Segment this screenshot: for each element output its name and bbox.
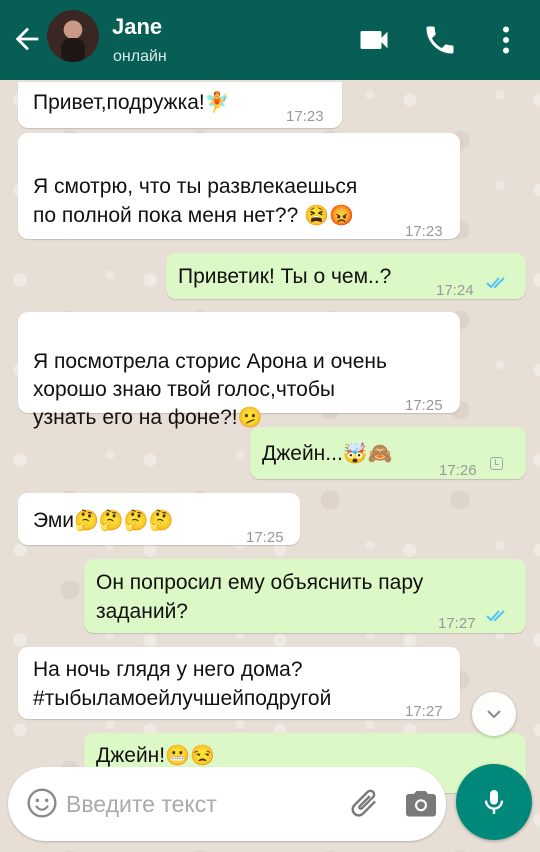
message-text: Эми (33, 509, 75, 532)
camera-icon[interactable] (402, 785, 440, 821)
more-vertical-icon[interactable] (488, 22, 524, 58)
message-bubble[interactable]: Эми🤔🤔🤔🤔 17:25 (18, 493, 300, 546)
video-camera-icon[interactable] (356, 22, 392, 58)
angry-emoji: 😫😡 (304, 205, 354, 227)
message-bubble[interactable]: Я смотрю, что ты развлекаешься по полной… (18, 133, 460, 240)
message-text: Джейн... (262, 442, 343, 465)
chat-header: Jane онлайн (0, 0, 540, 80)
contact-status: онлайн (113, 48, 167, 65)
message-bubble[interactable]: Он попросил ему объяснить пару заданий? … (84, 559, 526, 633)
message-input[interactable] (66, 785, 326, 823)
message-text: На ночь глядя у него дома? #тыбыламоейлу… (33, 658, 332, 710)
smiley-icon[interactable] (26, 787, 58, 819)
microphone-icon (484, 790, 504, 814)
message-bubble[interactable]: Приветик! Ты о чем..? 17:24 (166, 253, 526, 299)
message-text: Он попросил ему объяснить пару заданий? (96, 571, 424, 623)
message-bubble[interactable]: Джейн...🤯🙈 17:26 (250, 427, 526, 479)
message-time: 17:27 (405, 703, 443, 720)
scroll-down-button[interactable] (472, 692, 516, 736)
message-time: 17:23 (286, 108, 324, 125)
double-check-icon (486, 277, 505, 289)
paperclip-icon[interactable] (346, 785, 382, 821)
message-text: Джейн! (96, 744, 166, 767)
thinking-emoji: 🤔🤔🤔🤔 (74, 510, 174, 532)
fairy-emoji: 🧚 (204, 92, 230, 114)
message-time: 17:25 (405, 397, 443, 414)
message-text: Привет,подружка! (33, 91, 205, 114)
double-check-icon (486, 610, 505, 622)
message-time: 17:25 (246, 529, 284, 546)
phone-icon[interactable] (422, 22, 458, 58)
message-time: 17:26 (439, 462, 477, 479)
message-text: Приветик! Ты о чем..? (178, 265, 392, 288)
confused-emoji: 🫤 (237, 407, 263, 429)
arrow-left-icon[interactable] (10, 22, 44, 56)
message-time: 17:27 (438, 615, 476, 632)
message-time: 17:23 (405, 223, 443, 240)
message-bubble[interactable]: Я посмотрела сторис Арона и очень хорошо… (18, 312, 460, 429)
shocked-emoji: 🤯🙈 (342, 443, 393, 465)
message-bubble[interactable]: Привет,подружка!🧚 17:23 (18, 82, 342, 128)
chevron-down-icon (487, 710, 501, 719)
avatar[interactable] (47, 10, 99, 62)
voice-record-button[interactable] (456, 764, 532, 840)
contact-name[interactable]: Jane (112, 14, 162, 40)
grimace-emoji: 😬😒 (165, 745, 215, 767)
clock-icon (490, 457, 503, 470)
message-time: 17:24 (436, 282, 474, 299)
message-bubble[interactable]: На ночь глядя у него дома? #тыбыламоейлу… (18, 647, 460, 720)
message-text: Я посмотрела сторис Арона и очень хорошо… (33, 350, 387, 429)
message-composer (8, 767, 446, 841)
